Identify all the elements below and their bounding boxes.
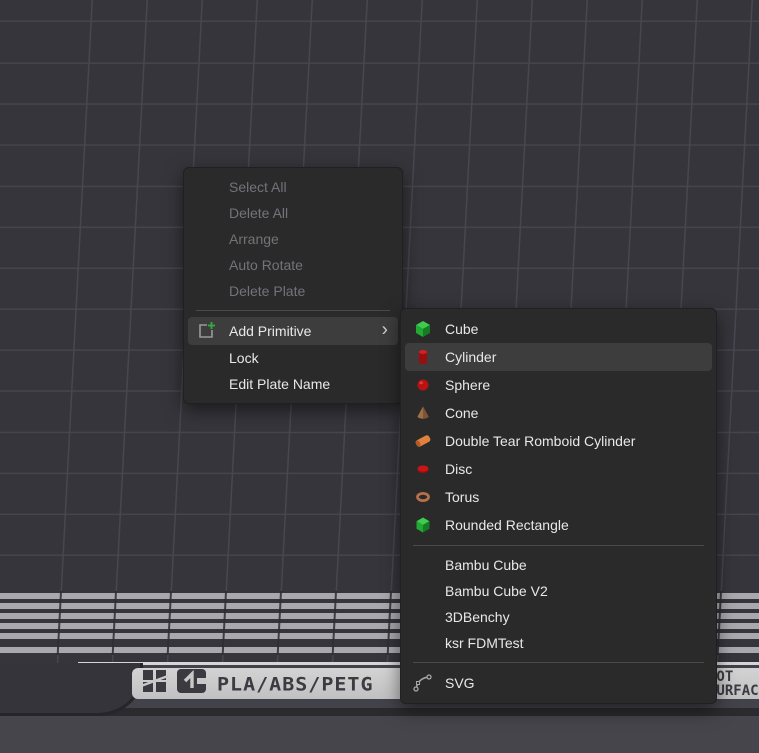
torus-icon bbox=[412, 486, 434, 508]
submenu-item-cone[interactable]: Cone bbox=[405, 399, 712, 427]
add-primitive-icon bbox=[195, 320, 217, 342]
chevron-right-icon: › bbox=[382, 321, 388, 340]
submenu-item-svg[interactable]: SVG bbox=[405, 669, 712, 697]
submenu-item-sphere[interactable]: Sphere bbox=[405, 371, 712, 399]
submenu-item-bambu-cube[interactable]: Bambu Cube bbox=[405, 552, 712, 578]
bambu-logo bbox=[141, 668, 168, 699]
menu-item-delete-plate: Delete Plate bbox=[188, 278, 398, 304]
disc-icon bbox=[412, 458, 434, 480]
menu-item-add-primitive[interactable]: Add Primitive › bbox=[188, 317, 398, 345]
menu-item-delete-all: Delete All bbox=[188, 200, 398, 226]
cube-icon bbox=[412, 318, 434, 340]
menu-item-select-all: Select All bbox=[188, 174, 398, 200]
bezier-curve-icon bbox=[412, 672, 434, 694]
submenu-item-cylinder[interactable]: Cylinder bbox=[405, 343, 712, 371]
menu-separator bbox=[196, 310, 390, 311]
submenu-item-torus[interactable]: Torus bbox=[405, 483, 712, 511]
menu-item-auto-rotate: Auto Rotate bbox=[188, 252, 398, 278]
plate-context-menu: Select All Delete All Arrange Auto Rotat… bbox=[183, 167, 403, 404]
sphere-icon bbox=[412, 374, 434, 396]
submenu-separator bbox=[413, 545, 704, 546]
menu-item-arrange: Arrange bbox=[188, 226, 398, 252]
submenu-item-3dbenchy[interactable]: 3DBenchy bbox=[405, 604, 712, 630]
plate-apron bbox=[0, 716, 759, 753]
cylinder-icon bbox=[412, 346, 434, 368]
plate-material-label: PLA/ABS/PETG bbox=[217, 672, 374, 694]
viewport-3d[interactable]: PLA/ABS/PETG HOT SURFACE Select All Dele… bbox=[0, 0, 759, 753]
add-primitive-submenu: Cube Cylinder Sphere bbox=[400, 308, 717, 704]
rounded-rectangle-icon bbox=[412, 514, 434, 536]
menu-item-edit-plate-name[interactable]: Edit Plate Name bbox=[188, 371, 398, 397]
menu-item-lock[interactable]: Lock bbox=[188, 345, 398, 371]
romboid-cylinder-icon bbox=[412, 430, 434, 452]
submenu-item-ksr-fdmtest[interactable]: ksr FDMTest bbox=[405, 630, 712, 656]
plate-corner-notch bbox=[0, 663, 143, 716]
submenu-item-cube[interactable]: Cube bbox=[405, 315, 712, 343]
submenu-item-rounded-rectangle[interactable]: Rounded Rectangle bbox=[405, 511, 712, 539]
cone-icon bbox=[412, 402, 434, 424]
a1-logo bbox=[176, 668, 207, 699]
submenu-item-double-tear-romboid-cylinder[interactable]: Double Tear Romboid Cylinder bbox=[405, 427, 712, 455]
submenu-item-bambu-cube-v2[interactable]: Bambu Cube V2 bbox=[405, 578, 712, 604]
submenu-separator-2 bbox=[413, 662, 704, 663]
submenu-item-disc[interactable]: Disc bbox=[405, 455, 712, 483]
